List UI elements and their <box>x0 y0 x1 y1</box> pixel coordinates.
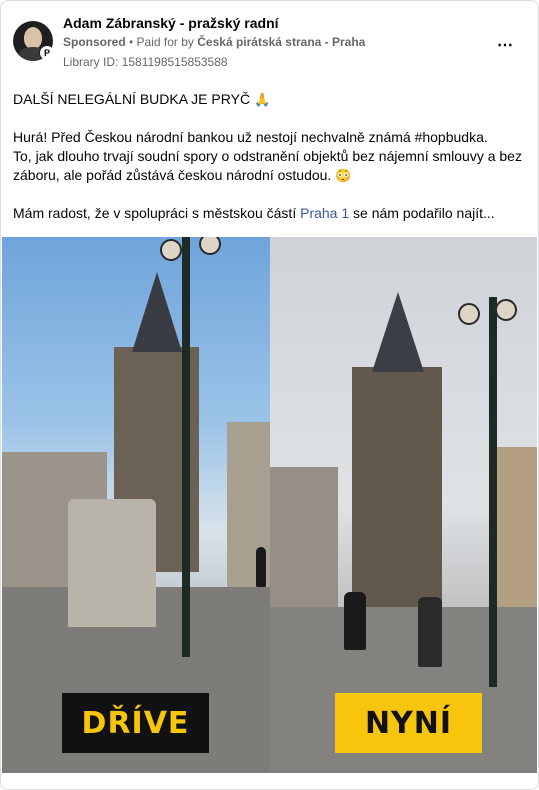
paragraph-line-1: Hurá! Před Českou národní bankou už nest… <box>13 129 488 145</box>
paragraph-2: Mám radost, že v spolupráci s městskou č… <box>13 204 526 223</box>
now-label: NYNÍ <box>335 693 482 753</box>
payer-name[interactable]: Česká pirátská strana - Praha <box>197 35 365 49</box>
library-id: Library ID: 1581198515853588 <box>63 55 228 69</box>
paragraph-line-2: To, jak dlouho trvají soudní spory o ods… <box>13 147 526 185</box>
avatar-face <box>24 27 42 49</box>
building-left <box>270 467 338 607</box>
street-lamp-pole <box>489 297 497 687</box>
headline-text: DALŠÍ NELEGÁLNÍ BUDKA JE PRYČ <box>13 91 251 107</box>
lamp-globe <box>458 303 480 325</box>
sponsored-label: Sponsored <box>63 35 126 49</box>
lamp-globe <box>160 239 182 261</box>
paid-for-by-text: • Paid for by <box>125 35 198 49</box>
author-name[interactable]: Adam Zábranský - pražský radní <box>63 15 279 31</box>
paragraph-2-prefix: Mám radost, že v spolupráci s městskou č… <box>13 205 301 221</box>
flushed-face-emoji-icon: 😳 <box>335 168 352 183</box>
hopbudka-kiosk <box>68 499 156 627</box>
post-header: P Adam Zábranský - pražský radní Sponsor… <box>13 13 526 73</box>
tower-roof <box>132 272 182 352</box>
post-text: DALŠÍ NELEGÁLNÍ BUDKA JE PRYČ 🙏 Hurá! Př… <box>13 90 526 223</box>
sponsored-line: Sponsored • Paid for by Česká pirátská s… <box>63 35 365 49</box>
lamp-globe <box>495 299 517 321</box>
building-right <box>495 447 537 607</box>
more-options-icon[interactable]: ⋯ <box>497 35 514 55</box>
powder-tower <box>352 367 442 607</box>
tower-roof <box>372 292 424 372</box>
before-photo: DŘÍVE <box>2 237 270 773</box>
pedestrian <box>418 597 442 667</box>
ad-post-card: P Adam Zábranský - pražský radní Sponsor… <box>0 0 539 790</box>
praha-1-link[interactable]: Praha 1 <box>300 205 349 221</box>
praying-hands-emoji-icon: 🙏 <box>253 92 271 107</box>
post-image[interactable]: DŘÍVE NYNÍ <box>2 237 537 773</box>
before-label: DŘÍVE <box>62 693 209 753</box>
pedestrian <box>344 592 366 650</box>
street-lamp-pole <box>182 237 190 657</box>
post-headline: DALŠÍ NELEGÁLNÍ BUDKA JE PRYČ 🙏 <box>13 90 526 109</box>
lamp-globe <box>199 237 221 255</box>
pedestrian <box>256 547 266 587</box>
avatar[interactable]: P <box>13 21 53 61</box>
pirate-party-badge-icon: P <box>39 45 53 61</box>
paragraph-2-suffix[interactable]: se nám podařilo najít... <box>349 205 495 221</box>
paragraph-line-2-text: To, jak dlouho trvají soudní spory o ods… <box>13 148 522 183</box>
